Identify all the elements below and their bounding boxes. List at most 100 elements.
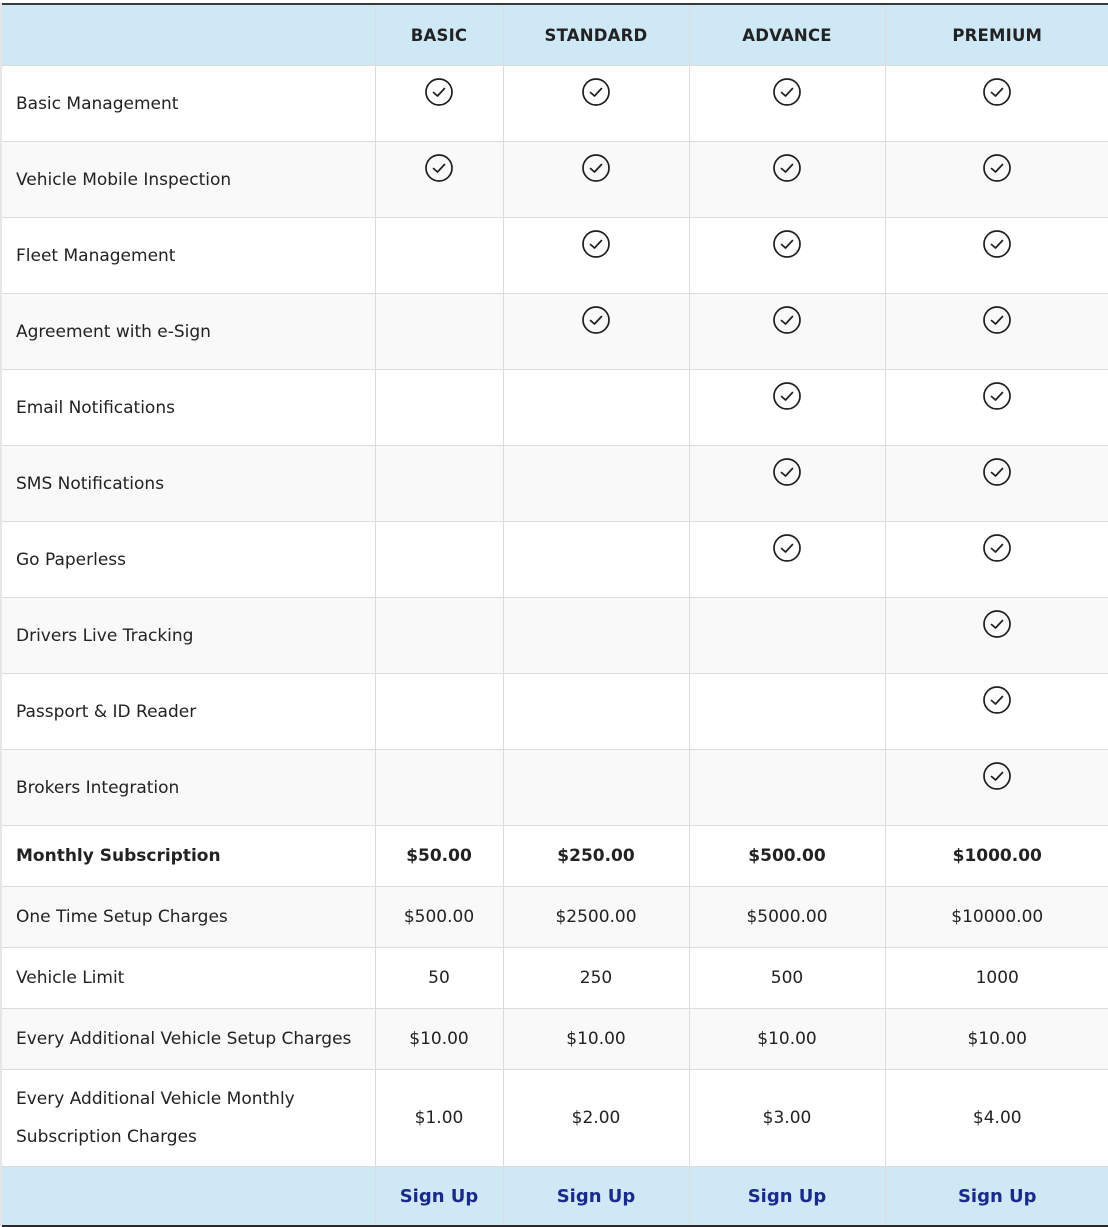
feature-cell-basic — [374, 749, 504, 826]
pricing-value-standard: $2.00 — [502, 1069, 690, 1167]
feature-cell-premium — [884, 521, 1108, 598]
check-circle-icon — [581, 77, 611, 107]
feature-cell-standard — [502, 445, 690, 522]
check-circle-icon — [982, 153, 1012, 183]
check-circle-icon — [982, 77, 1012, 107]
feature-cell-basic — [374, 141, 504, 218]
feature-cell-premium — [884, 673, 1108, 750]
check-circle-icon — [982, 609, 1012, 639]
pricing-label-line: Every Additional Vehicle Monthly — [16, 1089, 295, 1109]
feature-row: Drivers Live Tracking — [0, 597, 1108, 674]
feature-name: SMS Notifications — [0, 445, 376, 522]
pricing-value-basic: 50 — [374, 947, 504, 1009]
feature-name: Agreement with e-Sign — [0, 293, 376, 370]
feature-name: Email Notifications — [0, 369, 376, 446]
feature-cell-premium — [884, 597, 1108, 674]
feature-name: Drivers Live Tracking — [0, 597, 376, 674]
signup-button-basic[interactable]: Sign Up — [400, 1186, 479, 1207]
check-circle-icon — [982, 533, 1012, 563]
check-circle-icon — [581, 229, 611, 259]
check-circle-icon — [772, 153, 802, 183]
pricing-label-line: Subscription Charges — [16, 1127, 197, 1147]
feature-name: Vehicle Mobile Inspection — [0, 141, 376, 218]
feature-cell-advance — [688, 673, 886, 750]
plan-header-standard: STANDARD — [502, 3, 690, 66]
check-circle-icon — [982, 229, 1012, 259]
pricing-label: Every Additional Vehicle Monthly Subscrip… — [0, 1069, 376, 1167]
feature-cell-basic — [374, 445, 504, 522]
pricing-row: Vehicle Limit 50 250 500 1000 — [0, 947, 1108, 1009]
feature-row: SMS Notifications — [0, 445, 1108, 522]
pricing-label: Vehicle Limit — [0, 947, 376, 1009]
pricing-value-advance: $5000.00 — [688, 886, 886, 948]
feature-cell-premium — [884, 369, 1108, 446]
check-circle-icon — [982, 761, 1012, 791]
feature-cell-advance — [688, 597, 886, 674]
plan-header-row: BASIC STANDARD ADVANCE PREMIUM — [0, 3, 1108, 66]
pricing-comparison-table: BASIC STANDARD ADVANCE PREMIUM Basic Man… — [0, 3, 1108, 1227]
feature-name: Go Paperless — [0, 521, 376, 598]
feature-row: Brokers Integration — [0, 749, 1108, 826]
plan-header-premium: PREMIUM — [884, 3, 1108, 66]
feature-cell-advance — [688, 217, 886, 294]
feature-cell-advance — [688, 141, 886, 218]
feature-row: Vehicle Mobile Inspection — [0, 141, 1108, 218]
feature-cell-standard — [502, 673, 690, 750]
signup-button-standard[interactable]: Sign Up — [557, 1186, 636, 1207]
pricing-value-premium: $10000.00 — [884, 886, 1108, 948]
check-circle-icon — [772, 229, 802, 259]
check-circle-icon — [424, 153, 454, 183]
pricing-value-premium: $1000.00 — [884, 825, 1108, 887]
pricing-value-advance: $10.00 — [688, 1008, 886, 1070]
pricing-value-advance: $500.00 — [688, 825, 886, 887]
feature-cell-advance — [688, 749, 886, 826]
feature-cell-basic — [374, 65, 504, 142]
feature-cell-standard — [502, 141, 690, 218]
feature-cell-premium — [884, 293, 1108, 370]
feature-cell-basic — [374, 673, 504, 750]
pricing-value-premium: $10.00 — [884, 1008, 1108, 1070]
pricing-value-standard: 250 — [502, 947, 690, 1009]
pricing-row: Monthly Subscription $50.00 $250.00 $500.00… — [0, 825, 1108, 887]
feature-cell-basic — [374, 217, 504, 294]
feature-name: Basic Management — [0, 65, 376, 142]
check-circle-icon — [772, 305, 802, 335]
feature-cell-premium — [884, 749, 1108, 826]
pricing-value-basic: $1.00 — [374, 1069, 504, 1167]
pricing-value-premium: 1000 — [884, 947, 1108, 1009]
check-circle-icon — [772, 381, 802, 411]
pricing-value-standard: $10.00 — [502, 1008, 690, 1070]
check-circle-icon — [982, 457, 1012, 487]
feature-cell-advance — [688, 65, 886, 142]
feature-cell-basic — [374, 293, 504, 370]
pricing-value-premium: $4.00 — [884, 1069, 1108, 1167]
plan-header-advance: ADVANCE — [688, 3, 886, 66]
pricing-value-basic: $10.00 — [374, 1008, 504, 1070]
pricing-table-container: BASIC STANDARD ADVANCE PREMIUM Basic Man… — [0, 3, 1108, 1227]
feature-cell-basic — [374, 521, 504, 598]
feature-cell-advance — [688, 293, 886, 370]
feature-row: Passport & ID Reader — [0, 673, 1108, 750]
signup-button-advance[interactable]: Sign Up — [748, 1186, 827, 1207]
signup-blank-cell — [0, 1166, 376, 1227]
signup-row: Sign Up Sign Up Sign Up Sign Up — [0, 1166, 1108, 1227]
header-blank-cell — [0, 3, 376, 66]
pricing-value-basic: $500.00 — [374, 886, 504, 948]
signup-button-premium[interactable]: Sign Up — [958, 1186, 1037, 1207]
feature-cell-standard — [502, 749, 690, 826]
check-circle-icon — [772, 533, 802, 563]
feature-row: Basic Management — [0, 65, 1108, 142]
feature-cell-basic — [374, 369, 504, 446]
check-circle-icon — [982, 685, 1012, 715]
feature-cell-premium — [884, 65, 1108, 142]
check-circle-icon — [581, 305, 611, 335]
feature-cell-advance — [688, 521, 886, 598]
check-circle-icon — [772, 457, 802, 487]
pricing-label: One Time Setup Charges — [0, 886, 376, 948]
feature-cell-basic — [374, 597, 504, 674]
pricing-value-standard: $2500.00 — [502, 886, 690, 948]
feature-cell-advance — [688, 445, 886, 522]
feature-cell-premium — [884, 217, 1108, 294]
pricing-label: Monthly Subscription — [0, 825, 376, 887]
check-circle-icon — [581, 153, 611, 183]
